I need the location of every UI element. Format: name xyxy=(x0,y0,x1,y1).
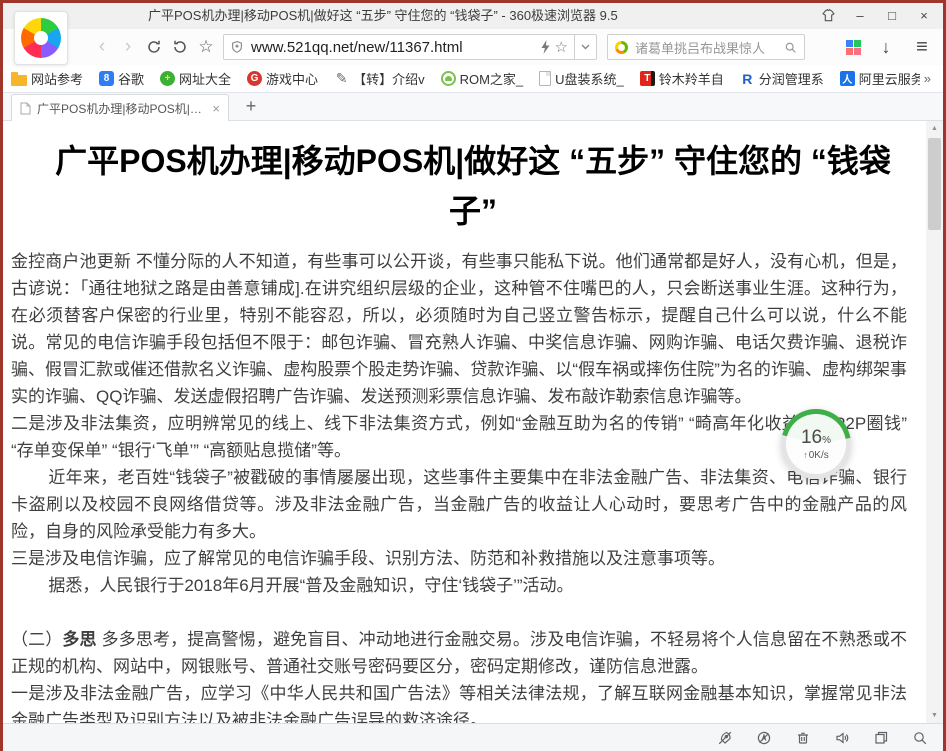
up-arrow-icon: ↑ xyxy=(803,450,808,460)
browser-window: 广平POS机办理|移动POS机|做好这 “五步” 守住您的 “钱袋子” - 36… xyxy=(0,0,946,751)
page-content: 广平POS机办理|移动POS机|做好这 “五步” 守住您的 “钱袋子” 金控商户… xyxy=(3,121,943,723)
bookmark-label: 分润管理系 xyxy=(759,69,824,88)
tab-close-icon[interactable]: × xyxy=(212,101,220,116)
bookmark-label: 铃木羚羊自 xyxy=(659,69,724,88)
close-button[interactable]: × xyxy=(911,5,937,25)
paragraph: 一是涉及非法金融广告，应学习《中华人民共和国广告法》等相关法律法规，了解互联网金… xyxy=(11,680,907,723)
bookmark-item[interactable]: R 分润管理系 xyxy=(740,69,824,88)
menu-icon[interactable]: ≡ xyxy=(911,35,933,59)
skin-icon[interactable] xyxy=(815,5,841,25)
rocket-disabled-icon[interactable] xyxy=(716,729,734,747)
bookmark-item[interactable]: 人阿里云服务 xyxy=(840,69,920,88)
speaker-icon[interactable] xyxy=(833,729,851,747)
url-dropdown-button[interactable] xyxy=(575,34,597,60)
url-input[interactable] xyxy=(249,38,536,57)
android-icon xyxy=(441,71,456,86)
paragraph: 据悉，人民银行于2018年6月开展“普及金融知识，守住‘钱袋子’”活动。 xyxy=(11,572,907,599)
pinwheel-logo-icon xyxy=(21,18,61,58)
page-icon xyxy=(20,102,31,115)
minimize-button[interactable]: – xyxy=(847,5,873,25)
bookmark-item[interactable]: ✎ 【转】介绍v xyxy=(334,69,425,88)
lightning-icon[interactable] xyxy=(540,40,551,54)
document-icon xyxy=(539,71,551,86)
toolbar: ‹ › ☆ ☆ xyxy=(3,29,943,65)
restore-tab-icon[interactable] xyxy=(167,34,193,60)
download-speed: ↑0K/s xyxy=(803,450,829,461)
paragraph: （二）多思 多多思考，提高警惕，避免盲目、冲动地进行金融交易。涉及电信诈骗，不轻… xyxy=(11,626,907,680)
bookmark-label: 游戏中心 xyxy=(266,69,318,88)
bookmark-label: U盘装系统_ xyxy=(555,69,624,88)
search-magnifier-icon[interactable] xyxy=(784,41,797,54)
bookmark-item[interactable]: 8 谷歌 xyxy=(99,69,144,88)
vertical-scrollbar[interactable]: ▲ ▼ xyxy=(926,121,943,723)
tab-bar: 广平POS机办理|移动POS机|做好这“五步” × + xyxy=(3,93,943,121)
bookmarks-bar: 网站参考 8 谷歌 + 网址大全 G 游戏中心 ✎ 【转】介绍v ROM之家_ U盘装系统_ T 铃木羚… xyxy=(3,65,943,93)
r-logo-icon: R xyxy=(740,71,755,86)
game-center-icon: G xyxy=(247,71,262,86)
multi-window-icon[interactable] xyxy=(872,729,890,747)
bookmarks-list: 网站参考 8 谷歌 + 网址大全 G 游戏中心 ✎ 【转】介绍v ROM之家_ U盘装系统_ T 铃木羚… xyxy=(11,69,920,88)
bookmark-item[interactable]: U盘装系统_ xyxy=(539,69,624,88)
bookmark-label: 【转】介绍v xyxy=(353,69,425,88)
tab-title: 广平POS机办理|移动POS机|做好这“五步” xyxy=(37,100,206,117)
progress-percent: 16% xyxy=(801,428,831,447)
scroll-down-icon[interactable]: ▼ xyxy=(926,708,943,723)
page-title: 广平POS机办理|移动POS机|做好这 “五步” 守住您的 “钱袋子” xyxy=(33,137,913,236)
bookmarks-overflow-chevron[interactable]: » xyxy=(920,71,935,86)
scroll-up-icon[interactable]: ▲ xyxy=(926,121,943,136)
paragraph: 二是涉及非法集资，应明辨常见的线上、线下非法集资方式，例如“金融互助为名的传销”… xyxy=(11,410,907,464)
page-speed-icon[interactable] xyxy=(755,729,773,747)
t-logo-icon: T xyxy=(640,71,655,86)
bookmark-label: ROM之家_ xyxy=(460,69,524,88)
bookmark-item[interactable]: T 铃木羚羊自 xyxy=(640,69,724,88)
maximize-button[interactable]: □ xyxy=(879,5,905,25)
bookmark-label: 网址大全 xyxy=(179,69,231,88)
scrollbar-thumb[interactable] xyxy=(928,138,941,230)
so-search-logo-icon xyxy=(615,41,628,54)
paragraph: 三是涉及电信诈骗，应了解常见的电信诈骗手段、识别方法、防范和补救措施以及注意事项… xyxy=(11,545,907,572)
paragraph: 近年来，老百姓“钱袋子”被戳破的事情屡屡出现，这些事件主要集中在非法金融广告、非… xyxy=(11,464,907,545)
bookmark-item[interactable]: ROM之家_ xyxy=(441,69,524,88)
bookmark-label: 谷歌 xyxy=(118,69,144,88)
new-tab-button[interactable]: + xyxy=(237,94,265,118)
apps-grid-icon[interactable] xyxy=(846,40,861,55)
url-bar[interactable]: ☆ xyxy=(223,34,575,60)
zoom-icon[interactable] xyxy=(911,729,929,747)
speed-progress-widget[interactable]: 16% ↑0K/s xyxy=(781,409,851,479)
folder-icon xyxy=(11,75,27,86)
aliyun-figure-icon: 人 xyxy=(840,71,855,86)
back-button[interactable]: ‹ xyxy=(89,34,115,60)
bookmark-star-icon[interactable]: ☆ xyxy=(555,38,568,56)
forward-button[interactable]: › xyxy=(115,34,141,60)
article-body: 金控商户池更新 不懂分际的人不知道，有些事可以公开谈，有些事只能私下说。他们通常… xyxy=(11,248,907,723)
plus-circle-icon: + xyxy=(160,71,175,86)
bookmark-item[interactable]: 网站参考 xyxy=(11,69,83,88)
paragraph: 金控商户池更新 不懂分际的人不知道，有些事可以公开谈，有些事只能私下说。他们通常… xyxy=(11,248,907,410)
search-bar[interactable] xyxy=(607,34,805,60)
google-8-icon: 8 xyxy=(99,71,114,86)
speed-progress-inner: 16% ↑0K/s xyxy=(786,414,846,474)
browser-logo[interactable] xyxy=(14,11,68,65)
trash-icon[interactable] xyxy=(794,729,812,747)
shield-icon xyxy=(230,40,244,54)
window-controls: – □ × xyxy=(815,5,937,25)
status-bar xyxy=(3,723,943,751)
bookmark-item[interactable]: G 游戏中心 xyxy=(247,69,318,88)
favorites-star-icon[interactable]: ☆ xyxy=(193,34,219,60)
download-icon[interactable]: ↓ xyxy=(875,35,897,59)
bookmark-label: 网站参考 xyxy=(31,69,83,88)
refresh-icon[interactable] xyxy=(141,34,167,60)
titlebar: 广平POS机办理|移动POS机|做好这 “五步” 守住您的 “钱袋子” - 36… xyxy=(3,3,943,29)
window-title: 广平POS机办理|移动POS机|做好这 “五步” 守住您的 “钱袋子” - 36… xyxy=(148,3,618,29)
bookmark-label: 阿里云服务 xyxy=(859,69,920,88)
search-input[interactable] xyxy=(633,39,779,56)
bookmark-item[interactable]: + 网址大全 xyxy=(160,69,231,88)
hand-pen-icon: ✎ xyxy=(334,71,349,86)
toolbar-right: ↓ ≡ xyxy=(846,35,933,59)
active-tab[interactable]: 广平POS机办理|移动POS机|做好这“五步” × xyxy=(11,94,229,121)
